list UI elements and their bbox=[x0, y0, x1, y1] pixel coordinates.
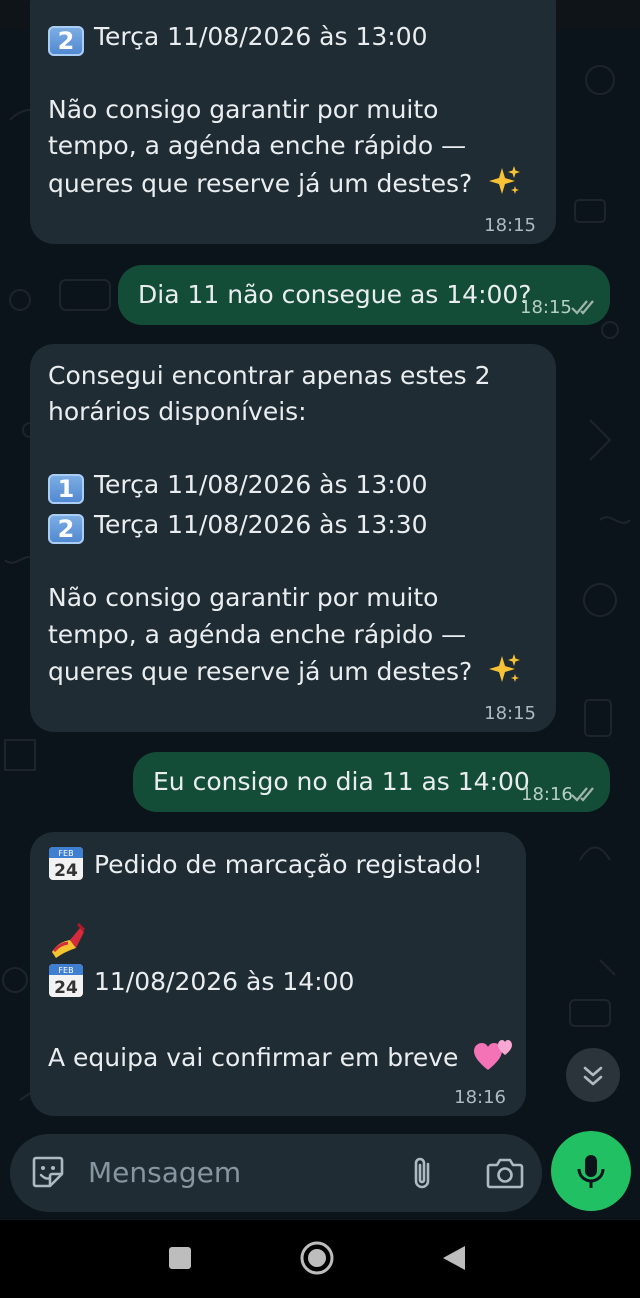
system-navigation-bar bbox=[0, 1220, 640, 1298]
message-time: 18:15 bbox=[484, 703, 536, 724]
svg-text:24: 24 bbox=[54, 861, 78, 881]
message-line: Não consigo garantir por muito bbox=[48, 95, 439, 124]
message-line: queres que reserve já um destes? bbox=[48, 164, 522, 202]
message-line bbox=[48, 922, 86, 964]
scroll-to-bottom-button[interactable] bbox=[566, 1048, 620, 1102]
sparkles-icon bbox=[489, 654, 521, 682]
calendar-icon: FEB 24 bbox=[49, 964, 83, 998]
message-time: 18:16 bbox=[454, 1087, 506, 1108]
message-text: Dia 11 não consegue as 14:00? bbox=[138, 280, 532, 309]
message-incoming[interactable]: FEB 24 Pedido de marcação registado! FEB… bbox=[30, 832, 526, 1116]
read-receipt-icon bbox=[571, 787, 594, 802]
recents-square-icon[interactable] bbox=[168, 1246, 192, 1270]
message-text: Eu consigo no dia 11 as 14:00 bbox=[153, 767, 530, 796]
svg-text:24: 24 bbox=[54, 978, 78, 998]
read-receipt-icon bbox=[571, 300, 594, 315]
message-line: A equipa vai confirmar em breve bbox=[48, 1038, 514, 1076]
keycap-emoji: 1 bbox=[48, 474, 84, 504]
message-line: FEB 24 11/08/2026 às 14:00 bbox=[48, 962, 354, 1000]
keycap-emoji: 2 bbox=[48, 26, 84, 56]
message-incoming[interactable]: Consegui encontrar apenas estes 2 horári… bbox=[30, 344, 556, 732]
home-circle-icon[interactable] bbox=[299, 1240, 335, 1276]
back-triangle-icon[interactable] bbox=[441, 1244, 467, 1272]
mic-icon bbox=[577, 1155, 605, 1188]
message-outgoing[interactable]: Eu consigo no dia 11 as 14:00 18:16 bbox=[133, 752, 610, 812]
sticker-icon[interactable] bbox=[30, 1154, 66, 1190]
two-hearts-icon bbox=[474, 1040, 513, 1070]
message-line: Não consigo garantir por muito bbox=[48, 583, 439, 612]
message-composer[interactable]: Mensagem bbox=[10, 1134, 542, 1212]
message-input[interactable]: Mensagem bbox=[88, 1156, 241, 1190]
camera-icon[interactable] bbox=[486, 1156, 524, 1190]
double-chevron-down-icon bbox=[583, 1066, 603, 1086]
calendar-icon: FEB 24 bbox=[49, 847, 83, 881]
message-line: 2 Terça 11/08/2026 às 13:30 bbox=[48, 506, 428, 544]
message-time: 18:16 bbox=[521, 784, 573, 805]
message-line: 1 Terça 11/08/2026 às 13:00 bbox=[48, 466, 428, 504]
voice-message-button[interactable] bbox=[551, 1131, 631, 1211]
message-line: FEB 24 Pedido de marcação registado! bbox=[48, 845, 483, 883]
message-line: horários disponíveis: bbox=[48, 397, 307, 426]
message-time: 18:15 bbox=[484, 215, 536, 236]
keycap-emoji: 2 bbox=[48, 514, 84, 544]
svg-text:FEB: FEB bbox=[58, 849, 73, 858]
message-line: tempo, a agénda enche rápido — bbox=[48, 620, 467, 649]
nail-polish-icon bbox=[52, 922, 86, 958]
message-incoming[interactable]: 2 Terça 11/08/2026 às 13:00 Não consigo g… bbox=[30, 0, 556, 244]
chat-screen: online 2Terça 11/08/2026 às 13:00 Não co… bbox=[0, 0, 640, 1298]
message-outgoing[interactable]: Dia 11 não consegue as 14:00? 18:15 bbox=[118, 265, 610, 325]
sparkles-icon bbox=[489, 166, 521, 194]
message-line: Consegui encontrar apenas estes 2 bbox=[48, 361, 491, 390]
message-line: 2 Terça 11/08/2026 às 13:00 bbox=[48, 18, 428, 56]
svg-text:FEB: FEB bbox=[58, 966, 73, 975]
paperclip-icon[interactable] bbox=[408, 1154, 436, 1192]
message-time: 18:15 bbox=[520, 297, 572, 318]
message-line: tempo, a agénda enche rápido — bbox=[48, 131, 467, 160]
message-line: queres que reserve já um destes? bbox=[48, 652, 522, 690]
